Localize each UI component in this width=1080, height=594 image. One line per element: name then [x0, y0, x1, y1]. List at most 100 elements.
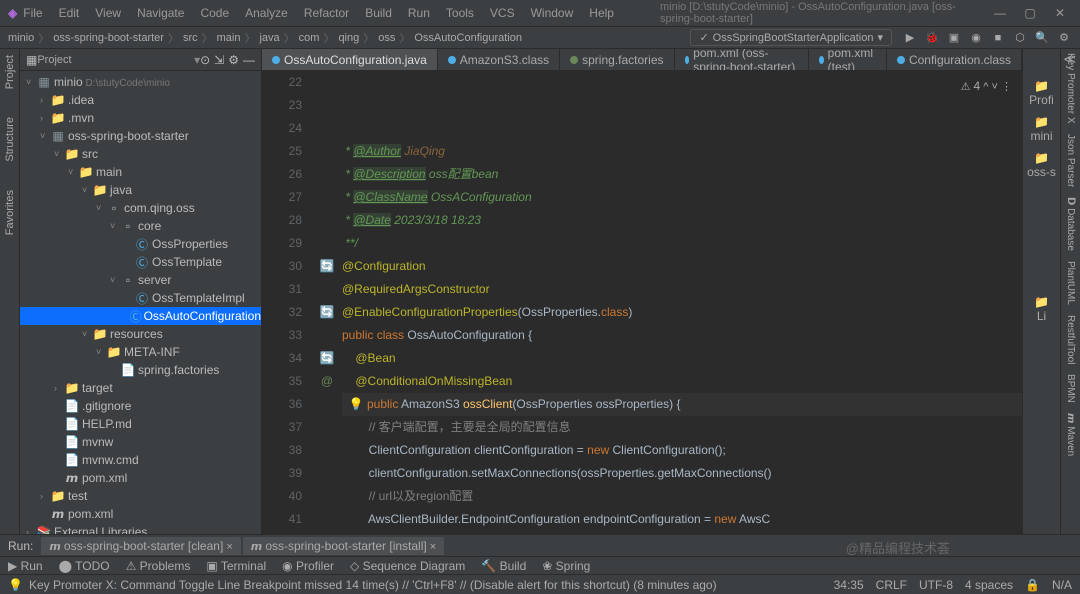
tree-item--gitignore[interactable]: 📄.gitignore [20, 397, 261, 415]
tree-item-OssTemplateImpl[interactable]: ⒸOssTemplateImpl [20, 289, 261, 307]
run-config-selector[interactable]: ✓ OssSpringBootStarterApplication ▾ [690, 29, 892, 46]
tab-Configuration-class[interactable]: Configuration.class [887, 49, 1022, 71]
tree-item-spring-factories[interactable]: 📄spring.factories [20, 361, 261, 379]
tab-OssAutoConfiguration-java[interactable]: OssAutoConfiguration.java [262, 49, 438, 71]
maven-module-profi[interactable]: 📁Profi [1029, 79, 1054, 107]
run-tab-install[interactable]: 𝙢 oss-spring-boot-starter [install] × [243, 537, 444, 555]
settings-button[interactable]: ⚙ [1056, 31, 1072, 44]
maven-tool[interactable]: 𝙢 Maven [1065, 413, 1076, 456]
breadcrumb[interactable]: minio〉oss-spring-boot-starter〉src〉main〉j… [8, 30, 686, 46]
status-UTF-8[interactable]: UTF-8 [919, 578, 953, 592]
tree-item-oss-spring-boot-starter[interactable]: ˅▦oss-spring-boot-starter [20, 127, 261, 145]
code-content[interactable]: ⚠ 4 ^ ˅ ⋮ * @Author JiaQing * @Descripti… [342, 71, 1022, 534]
collapse-all-icon[interactable]: ⚙ [228, 53, 239, 67]
stop-button[interactable]: ■ [990, 32, 1006, 44]
tree-item-pom-xml[interactable]: 𝙢pom.xml [20, 469, 261, 487]
tab-AmazonS3-class[interactable]: AmazonS3.class [438, 49, 560, 71]
crumb-oss-spring-boot-starter[interactable]: oss-spring-boot-starter [53, 32, 164, 44]
database-tool[interactable]: 𝗗 Database [1065, 197, 1076, 251]
menu-window[interactable]: Window [525, 4, 580, 22]
tool--Build[interactable]: 🔨 Build [481, 559, 526, 573]
bpmn-tool[interactable]: BPMN [1065, 374, 1076, 403]
crumb-src[interactable]: src [183, 32, 198, 44]
tree-item-target[interactable]: ›📁target [20, 379, 261, 397]
hide-icon[interactable]: — [243, 53, 255, 67]
tree-item-java[interactable]: ˅📁java [20, 181, 261, 199]
tree-item--mvn[interactable]: ›📁.mvn [20, 109, 261, 127]
plantuml-tool[interactable]: PlantUML [1065, 261, 1076, 305]
crumb-com[interactable]: com [299, 32, 320, 44]
crumb-java[interactable]: java [259, 32, 279, 44]
project-tool-button[interactable]: Project [4, 51, 16, 93]
inspection-widget[interactable]: ⚠ 4 ^ ˅ ⋮ [961, 75, 1012, 99]
status--[interactable]: 🔒 [1025, 578, 1040, 592]
tree-item-server[interactable]: ˅▫server [20, 271, 261, 289]
tree-item-OssTemplate[interactable]: ⒸOssTemplate [20, 253, 261, 271]
menu-refactor[interactable]: Refactor [298, 4, 355, 22]
tree-item-main[interactable]: ˅📁main [20, 163, 261, 181]
status-bulb-icon[interactable]: 💡 [8, 578, 23, 592]
menu-analyze[interactable]: Analyze [239, 4, 294, 22]
favorites-tool-button[interactable]: Favorites [4, 186, 16, 239]
status-N-A[interactable]: N/A [1052, 578, 1072, 592]
tool--Problems[interactable]: ⚠ Problems [126, 559, 191, 573]
structure-tool-button[interactable]: Structure [4, 113, 16, 166]
tool--Run[interactable]: ▶ Run [8, 559, 43, 573]
maximize-icon[interactable]: ▢ [1018, 6, 1042, 20]
maven-module-oss[interactable]: 📁oss-s [1027, 151, 1056, 179]
menu-help[interactable]: Help [583, 4, 620, 22]
tree-item-com-qing-oss[interactable]: ˅▫com.qing.oss [20, 199, 261, 217]
menu-code[interactable]: Code [194, 4, 235, 22]
menu-vcs[interactable]: VCS [484, 4, 521, 22]
tool--Profiler[interactable]: ◉ Profiler [282, 559, 334, 573]
coverage-button[interactable]: ▣ [946, 31, 962, 44]
status-34-35[interactable]: 34:35 [834, 578, 864, 592]
tree-item-core[interactable]: ˅▫core [20, 217, 261, 235]
crumb-qing[interactable]: qing [338, 32, 359, 44]
tool--Terminal[interactable]: ▣ Terminal [206, 559, 266, 573]
tool--TODO[interactable]: ⬤ TODO [59, 559, 110, 573]
tab-pom-xml-oss-spring-boot-starter-[interactable]: pom.xml (oss-spring-boot-starter) [675, 49, 809, 71]
maven-module-li[interactable]: 📁Li [1034, 295, 1049, 323]
crumb-main[interactable]: main [217, 32, 241, 44]
project-panel-title[interactable]: Project [37, 54, 194, 66]
tree-item-resources[interactable]: ˅📁resources [20, 325, 261, 343]
tab-spring-factories[interactable]: spring.factories [560, 49, 674, 71]
maven-module-mini[interactable]: 📁mini [1030, 115, 1052, 143]
tree-item-OssProperties[interactable]: ⒸOssProperties [20, 235, 261, 253]
tree-item-src[interactable]: ˅📁src [20, 145, 261, 163]
tree-item-mvnw-cmd[interactable]: 📄mvnw.cmd [20, 451, 261, 469]
menu-file[interactable]: File [17, 4, 48, 22]
profile-button[interactable]: ◉ [968, 31, 984, 44]
tree-item-OssAutoConfiguration[interactable]: ⒸOssAutoConfiguration [20, 307, 261, 325]
menu-tools[interactable]: Tools [440, 4, 480, 22]
crumb-OssAutoConfiguration[interactable]: OssAutoConfiguration [414, 32, 522, 44]
menu-edit[interactable]: Edit [53, 4, 86, 22]
tree-item-test[interactable]: ›📁test [20, 487, 261, 505]
menu-build[interactable]: Build [359, 4, 398, 22]
run-tab-clean[interactable]: 𝙢 oss-spring-boot-starter [clean] × [41, 537, 240, 555]
tool--Spring[interactable]: ❀ Spring [542, 559, 590, 573]
tree-item-pom-xml[interactable]: 𝙢pom.xml [20, 505, 261, 523]
tree-item--idea[interactable]: ›📁.idea [20, 91, 261, 109]
debug-button[interactable]: 🐞 [924, 31, 940, 44]
collapse-right-icon[interactable]: ≪ [1063, 52, 1076, 66]
close-icon[interactable]: ✕ [1048, 6, 1072, 20]
menu-view[interactable]: View [89, 4, 127, 22]
search-button[interactable]: 🔍 [1034, 31, 1050, 44]
expand-all-icon[interactable]: ⇲ [214, 53, 224, 67]
code-editor[interactable]: 2223242526272829303132333435363738394041… [262, 71, 1022, 534]
project-tree[interactable]: ˅▦minio D:\stutyCode\minio›📁.idea›📁.mvn˅… [20, 71, 261, 534]
crumb-minio[interactable]: minio [8, 32, 34, 44]
minimize-icon[interactable]: — [988, 6, 1012, 20]
tree-item-minio[interactable]: ˅▦minio D:\stutyCode\minio [20, 73, 261, 91]
tool--Sequence-Diagram[interactable]: ◇ Sequence Diagram [350, 559, 465, 573]
tree-item-HELP-md[interactable]: 📄HELP.md [20, 415, 261, 433]
menu-navigate[interactable]: Navigate [131, 4, 190, 22]
crumb-oss[interactable]: oss [378, 32, 395, 44]
run-button[interactable]: ▶ [902, 31, 918, 44]
select-opened-icon[interactable]: ⊙ [200, 53, 210, 67]
tree-item-META-INF[interactable]: ˅📁META-INF [20, 343, 261, 361]
tab-pom-xml-test-[interactable]: pom.xml (test) [809, 49, 887, 71]
git-button[interactable]: ⬡ [1012, 31, 1028, 44]
